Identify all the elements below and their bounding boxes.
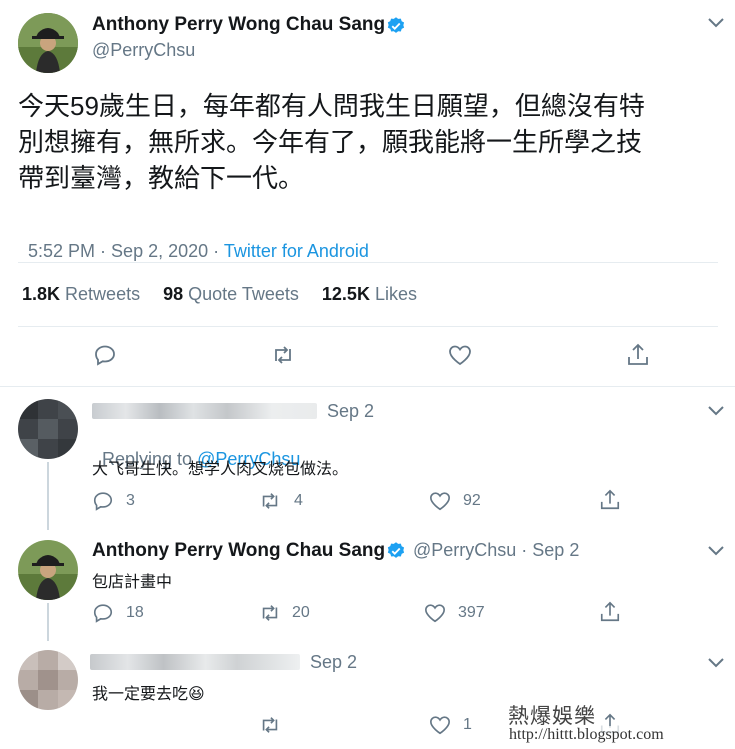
chevron-down-icon[interactable] xyxy=(707,404,725,418)
author-name[interactable]: Anthony Perry Wong Chau Sang xyxy=(92,14,385,36)
tweet-text: 今天59歲生日，每年都有人問我生日願望，但總沒有特 別想擁有，無所求。今年有了，… xyxy=(18,88,645,196)
blurred-username xyxy=(92,403,317,419)
reply-count: 3 xyxy=(126,492,135,509)
like-count: 397 xyxy=(458,604,485,621)
verified-badge-icon xyxy=(386,541,406,561)
share-icon[interactable] xyxy=(626,342,650,368)
like-icon[interactable] xyxy=(428,490,452,512)
tweet-stats: 1.8K Retweets 98 Quote Tweets 12.5K Like… xyxy=(22,284,417,305)
verified-badge-icon xyxy=(386,16,406,36)
thread-line xyxy=(47,462,49,530)
tweet-time[interactable]: 5:52 PM · Sep 2, 2020 · xyxy=(28,241,224,261)
likes-label: Likes xyxy=(374,284,417,304)
divider xyxy=(18,326,718,327)
chevron-down-icon[interactable] xyxy=(707,656,725,670)
tweet-source[interactable]: Twitter for Android xyxy=(224,241,369,261)
retweet-icon[interactable] xyxy=(258,602,282,624)
chevron-down-icon[interactable] xyxy=(707,544,725,558)
like-icon[interactable] xyxy=(428,714,452,736)
reply-avatar[interactable] xyxy=(18,650,78,710)
watermark-url: http://hittt.blogspot.com xyxy=(509,726,664,744)
like-count: 1 xyxy=(463,716,472,733)
tweet-text-line: 帶到臺灣，教給下一代。 xyxy=(18,163,305,193)
retweets-count: 1.8K xyxy=(22,284,61,304)
tweet-text-line: 今天59歲生日，每年都有人問我生日願望，但總沒有特 xyxy=(18,91,645,121)
share-icon[interactable] xyxy=(599,488,621,512)
reply-handle-date[interactable]: @PerryChsu · Sep 2 xyxy=(413,540,579,561)
quotes-label: Quote Tweets xyxy=(188,284,299,304)
reply-text: 我一定要去吃😆 xyxy=(92,686,205,703)
retweet-count: 4 xyxy=(294,492,303,509)
reply-avatar[interactable] xyxy=(18,399,78,459)
like-count: 92 xyxy=(463,492,481,509)
likes-count: 12.5K xyxy=(321,284,370,304)
chevron-down-icon[interactable] xyxy=(707,16,725,30)
reply-count: 18 xyxy=(126,604,144,621)
reply-text: 包店計畫中 xyxy=(92,574,173,591)
reply-icon[interactable] xyxy=(92,602,114,624)
reply-icon[interactable] xyxy=(93,343,117,367)
tweet-timestamp: 5:52 PM · Sep 2, 2020 · Twitter for Andr… xyxy=(18,220,369,262)
author-avatar[interactable] xyxy=(18,13,78,73)
divider xyxy=(0,386,735,387)
reply-date[interactable]: Sep 2 xyxy=(310,652,357,673)
retweets-label: Retweets xyxy=(65,284,141,304)
retweet-icon[interactable] xyxy=(258,490,282,512)
author-handle[interactable]: @PerryChsu xyxy=(92,40,195,61)
tweet-text-line: 別想擁有，無所求。今年有了，願我能將一生所學之技 xyxy=(18,127,643,157)
divider xyxy=(18,262,718,263)
retweets-stat[interactable]: 1.8K Retweets xyxy=(22,284,140,304)
reply-icon[interactable] xyxy=(92,490,114,512)
like-icon[interactable] xyxy=(423,602,447,624)
thread-line xyxy=(47,603,49,641)
share-icon[interactable] xyxy=(599,600,621,624)
like-icon[interactable] xyxy=(447,343,473,367)
reply-text: 大飞哥生快。想学人肉叉烧包做法。 xyxy=(92,461,349,478)
reply-author-name[interactable]: Anthony Perry Wong Chau Sang xyxy=(92,540,385,562)
retweet-icon[interactable] xyxy=(258,714,282,736)
blurred-username xyxy=(90,654,300,670)
likes-stat[interactable]: 12.5K Likes xyxy=(322,284,417,304)
quotes-count: 98 xyxy=(163,284,184,304)
retweet-icon[interactable] xyxy=(270,343,296,367)
retweet-count: 20 xyxy=(292,604,310,621)
reply-date[interactable]: Sep 2 xyxy=(327,401,374,422)
quotes-stat[interactable]: 98 Quote Tweets xyxy=(163,284,299,304)
author-avatar[interactable] xyxy=(18,540,78,600)
